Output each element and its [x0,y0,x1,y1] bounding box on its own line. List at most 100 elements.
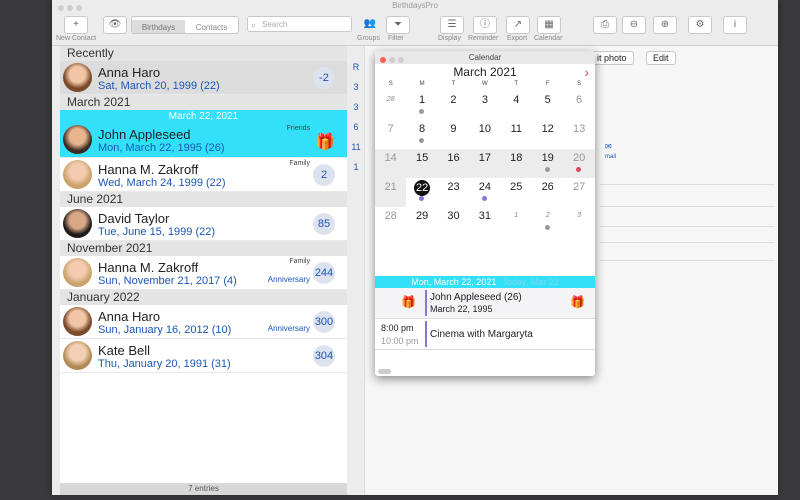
event-end-time: 10:00 pm [381,336,419,346]
today-strip: March 22, 2021 [60,110,347,123]
window-title: BirthdaysPro [392,1,438,10]
scrollbar[interactable] [378,369,391,374]
day-cell[interactable]: 14 [375,149,407,178]
day-cell[interactable]: 2 [438,91,469,120]
index-item[interactable]: 3 [349,82,363,102]
day-cell[interactable]: 23 [438,178,469,207]
display-button[interactable]: ☰ [440,16,464,34]
list-item-anna-haro-anniversary[interactable]: Anna Haro Sun, January 16, 2012 (10) Ann… [60,305,347,339]
event-item-birthday[interactable]: 🎁 John Appleseed (26) March 22, 1995 🎁 [375,288,595,319]
month-label: March 2021 [453,65,517,79]
day-cell[interactable]: 5 [532,91,563,120]
view-tabs: Birthdays Contacts [131,16,239,34]
day-cell[interactable]: 11 [501,120,532,149]
day-cell[interactable]: 7 [375,120,406,149]
contact-name: Anna Haro [98,65,161,80]
alert-icon: ⓘ [480,19,490,30]
section-header: November 2021 [60,241,347,256]
day-cell[interactable]: 25 [501,178,532,207]
day-cell[interactable]: 20 [563,149,595,178]
day-cell[interactable]: 30 [438,207,469,236]
day-cell-today[interactable]: 22 [406,178,438,207]
event-title: John Appleseed (26) [430,292,522,303]
days-badge: 304 [313,345,335,367]
weekday: M [419,81,425,87]
new-contact-button[interactable]: + [64,16,88,34]
birthday-date: Mon, March 22, 1995 (26) [98,142,225,154]
list-item-kate-bell[interactable]: Kate Bell Thu, January 20, 1991 (31) 304 [60,339,347,373]
day-cell[interactable]: 9 [438,120,469,149]
avatar [63,63,92,92]
day-cell[interactable]: 31 [469,207,500,236]
avatar [63,125,92,154]
event-type: Anniversary [267,324,310,333]
day-cell[interactable]: 17 [469,149,501,178]
edit-button[interactable]: Edit [646,51,676,65]
info-button[interactable]: i [723,16,747,34]
filter-label: Filter [388,35,404,42]
entries-count: 7 entries [60,483,347,495]
day-cell[interactable]: 18 [500,149,532,178]
view-button[interactable]: 👁 [103,16,127,34]
export-button[interactable]: ↗ [506,16,530,34]
days-badge: 300 [313,311,335,333]
day-cell[interactable]: 13 [563,120,594,149]
day-cell[interactable]: 19 [532,149,564,178]
avatar [63,209,92,238]
zoom-in-button[interactable]: ⊕ [653,16,677,34]
day-cell[interactable]: 15 [406,149,438,178]
index-item[interactable]: 11 [349,142,363,162]
list-icon: ☰ [447,19,457,30]
day-cell[interactable]: 16 [437,149,470,178]
search-input[interactable]: ⌕ Search [247,16,352,32]
index-item[interactable]: R [349,62,363,82]
day-cell[interactable]: 21 [375,178,407,207]
event-item-cinema[interactable]: 8:00 pm 10:00 pm Cinema with Margaryta [375,319,595,350]
event-type: Anniversary [267,275,310,284]
filter-button[interactable]: ⏷ [386,16,410,34]
day-cell[interactable]: 1 [501,207,532,236]
days-badge: 85 [313,213,335,235]
list-item-david-taylor[interactable]: David Taylor Tue, June 15, 1999 (22) 85 [60,207,347,241]
day-cell[interactable]: 6 [563,91,594,120]
list-item-hanna-zakroff-anniversary[interactable]: Hanna M. Zakroff Sun, November 21, 2017 … [60,256,347,290]
day-cell[interactable]: 12 [532,120,563,149]
index-item[interactable]: 1 [349,162,363,182]
gift-icon: 🎁 [401,295,416,309]
event-color-bar [425,290,427,316]
index-item[interactable]: 3 [349,102,363,122]
print-button[interactable]: ⎙ [593,16,617,34]
day-cell[interactable]: 27 [563,178,594,207]
day-cell[interactable]: 28 [375,207,406,236]
mail-icon[interactable]: ✉ [605,142,612,151]
day-cell[interactable]: 4 [501,91,532,120]
day-cell[interactable]: 29 [406,207,437,236]
groups-button[interactable]: 👥 [358,16,382,32]
day-cell[interactable]: 3 [469,91,500,120]
chevron-right-icon[interactable]: › [584,64,589,81]
weekday: S [577,81,582,87]
day-cell[interactable]: 8 [406,120,437,149]
day-cell[interactable]: 10 [469,120,500,149]
calendar-button[interactable]: ▦ [537,16,561,34]
list-item-john-appleseed[interactable]: John Appleseed Mon, March 22, 1995 (26) … [60,123,347,158]
tab-contacts[interactable]: Contacts [185,20,238,33]
index-item[interactable]: 6 [349,122,363,142]
day-cell[interactable]: 3 [563,207,594,236]
day-cell[interactable]: 26 [532,178,563,207]
contact-name: David Taylor [98,211,170,226]
list-item-anna-haro[interactable]: Anna Haro Sat, March 20, 1999 (22) -2 [60,61,347,95]
zoom-out-button[interactable]: ⊖ [622,16,646,34]
edit-photo-button[interactable]: it photo [590,51,634,65]
day-cell[interactable]: 2 [532,207,563,236]
day-cell[interactable]: 24 [469,178,500,207]
days-badge: 244 [313,262,335,284]
day-cell[interactable]: 1 [406,91,437,120]
groups-label: Groups [357,35,380,42]
day-cell[interactable]: 28 [375,91,406,120]
divider [600,260,775,261]
reminder-button[interactable]: ⓘ [473,16,497,34]
tab-birthdays[interactable]: Birthdays [132,20,185,33]
settings-button[interactable]: ⚙ [688,16,712,34]
list-item-hanna-zakroff[interactable]: Hanna M. Zakroff Wed, March 24, 1999 (22… [60,158,347,192]
